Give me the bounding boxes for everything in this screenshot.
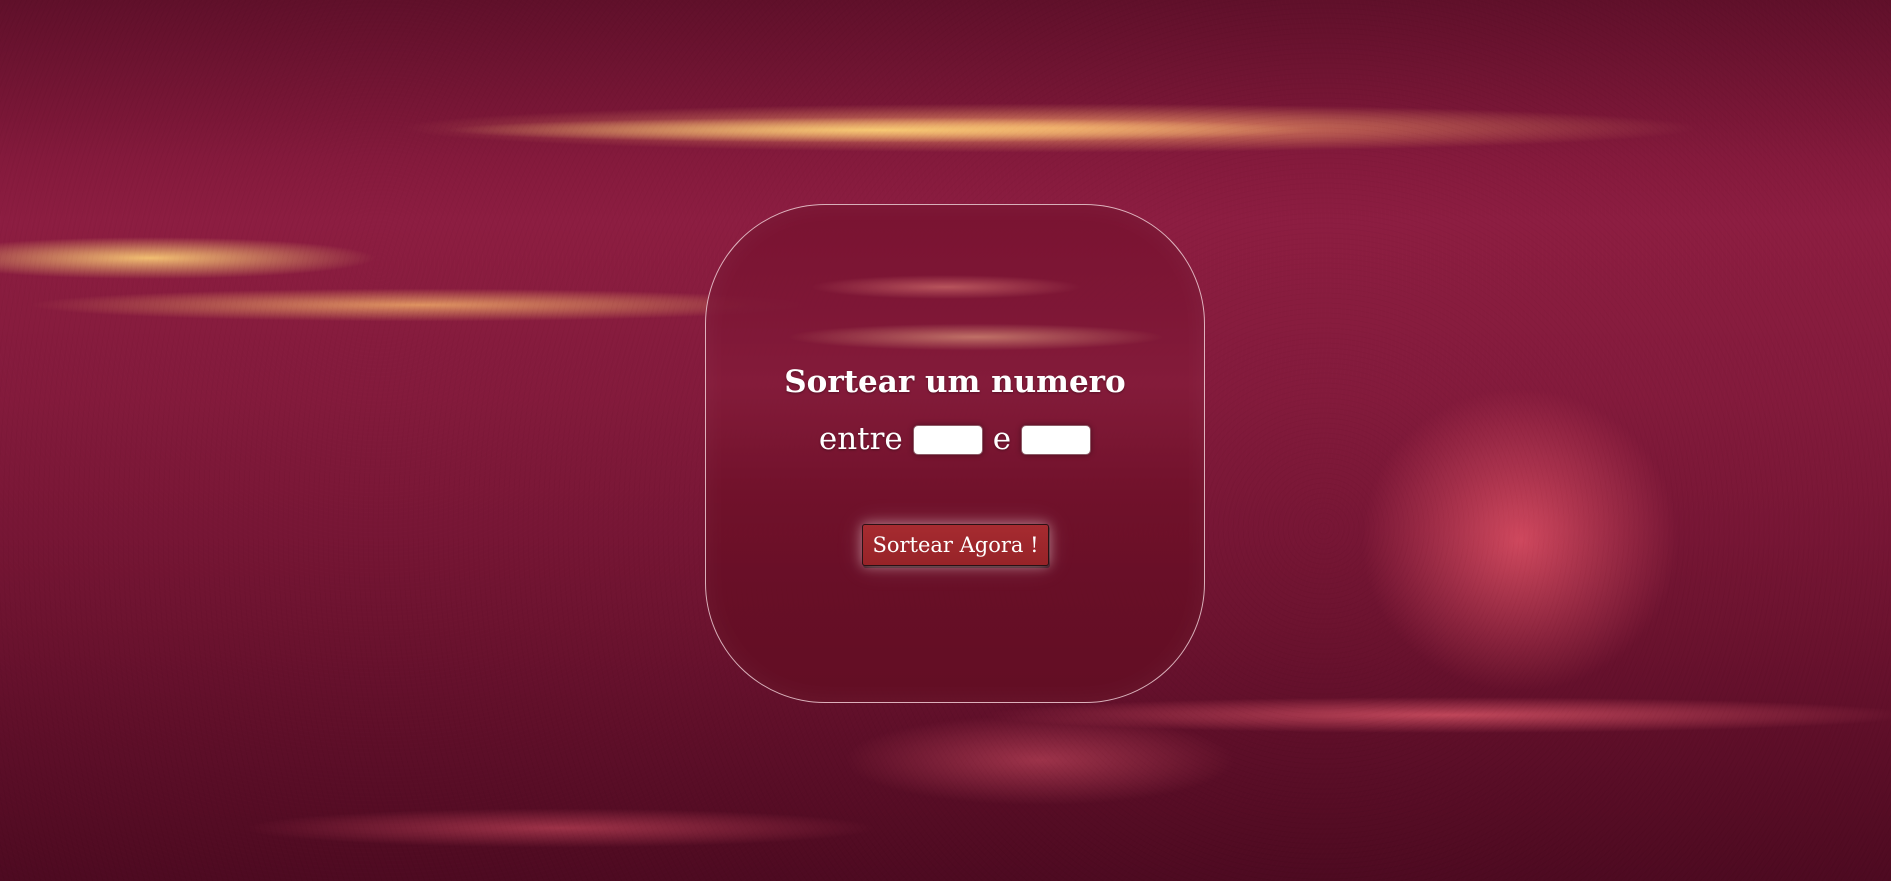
draw-now-button[interactable]: Sortear Agora !	[862, 524, 1049, 566]
draw-title: Sortear um numero	[784, 363, 1126, 400]
number-range-row: entre e	[706, 424, 1204, 455]
minimum-number-input[interactable]	[912, 424, 983, 455]
draw-number-card: Sortear um numero entre e Sortear Agora …	[705, 204, 1205, 703]
maximum-number-input[interactable]	[1021, 424, 1092, 455]
range-connector-label: e	[992, 421, 1012, 457]
range-prefix-label: entre	[818, 421, 903, 457]
